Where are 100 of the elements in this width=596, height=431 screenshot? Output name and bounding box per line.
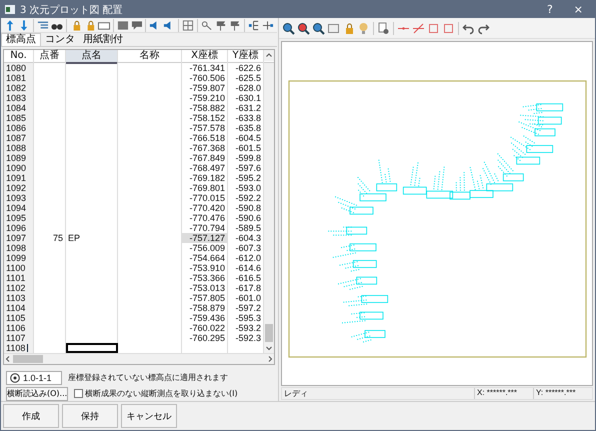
table-cell: -628.0 (235, 83, 261, 93)
table-cell: -769.182 (182, 173, 228, 183)
table-cell: -758.879 (182, 303, 228, 313)
table-cell: -590.8 (235, 203, 261, 213)
table-cell: -759.210 (182, 93, 228, 103)
table-cell: -757.805 (182, 293, 228, 303)
row-number: 1091 (4, 173, 34, 183)
table-cell: -612.0 (235, 253, 261, 263)
hint-text: 座標登録されていない標高点に適用されます (68, 372, 228, 383)
table-cell: -622.6 (235, 63, 261, 73)
close-button[interactable]: × (566, 3, 591, 16)
tab[interactable]: 標高点 (1, 33, 41, 46)
table-cell: -770.476 (182, 213, 228, 223)
column-header[interactable]: 名称 (118, 50, 182, 64)
table-cell: -601.0 (235, 293, 261, 303)
row-number: 1094 (4, 203, 34, 213)
table-cell: -757.127 (182, 233, 228, 243)
row-number: 1086 (4, 123, 34, 133)
row-number: 1102 (4, 283, 34, 293)
table-cell: -616.5 (235, 273, 261, 283)
row-number: 1090 (4, 163, 34, 173)
y-coordinate: Y: ******.*** (533, 388, 592, 399)
row-number: 1083 (4, 93, 34, 103)
table-cell: -767.849 (182, 153, 228, 163)
row-number: 1108 (4, 343, 34, 353)
row-number: 1104 (4, 303, 34, 313)
table-cell: -589.5 (235, 223, 261, 233)
row-number: 1092 (4, 183, 34, 193)
table-cell: -592.3 (235, 333, 261, 343)
table-cell: -760.506 (182, 73, 228, 83)
table-cell: -769.801 (182, 183, 228, 193)
table-cell: -770.420 (182, 203, 228, 213)
row-number: 1084 (4, 103, 34, 113)
table-cell: -595.2 (235, 173, 261, 183)
row-number: 1107 (4, 333, 34, 343)
table-cell: -760.295 (182, 333, 228, 343)
table-cell: -766.518 (182, 133, 228, 143)
help-button[interactable]: ? (538, 3, 561, 16)
dialog-button[interactable]: キャンセル (121, 404, 177, 428)
table-cell: -593.0 (235, 183, 261, 193)
table-cell: -757.578 (182, 123, 228, 133)
table-cell: -770.015 (182, 193, 228, 203)
table-cell: -604.5 (235, 133, 261, 143)
row-number: 1082 (4, 83, 34, 93)
table-cell: -617.8 (235, 283, 261, 293)
table-cell: -753.366 (182, 273, 228, 283)
row-number: 1097 (4, 233, 34, 243)
table-cell: -631.2 (235, 103, 261, 113)
table-cell: -592.2 (235, 193, 261, 203)
table-cell: -604.3 (235, 233, 261, 243)
import-button[interactable]: 横断読込み(O)... (6, 386, 68, 400)
table-cell: -754.664 (182, 253, 228, 263)
table-cell: -635.8 (235, 123, 261, 133)
table-cell: -758.882 (182, 103, 228, 113)
window-title: 3 次元プロット図 配置 (20, 4, 123, 16)
checkbox-label: 横断成果のない縦断測点を取り込まない(I) (85, 388, 238, 399)
tab[interactable]: コンタ (41, 33, 79, 46)
table-cell: -759.436 (182, 313, 228, 323)
table-cell: -630.1 (235, 93, 261, 103)
table-cell: -607.3 (235, 243, 261, 253)
table-cell: -760.022 (182, 323, 228, 333)
table-cell: -759.807 (182, 83, 228, 93)
table-cell: 75 (52, 233, 63, 243)
table-cell: -601.5 (235, 143, 261, 153)
row-number: 1081 (4, 73, 34, 83)
table-cell: -633.8 (235, 113, 261, 123)
row-number: 1088 (4, 143, 34, 153)
table-cell: -753.910 (182, 263, 228, 273)
row-number: 1103 (4, 293, 34, 303)
row-number: 1089 (4, 153, 34, 163)
table-cell: -761.341 (182, 63, 228, 73)
table-cell: -614.6 (235, 263, 261, 273)
column-header[interactable]: X座標 (182, 50, 228, 64)
row-number: 1093 (4, 193, 34, 203)
table-cell: -590.6 (235, 213, 261, 223)
table-cell: -767.368 (182, 143, 228, 153)
dialog-button[interactable]: 保持 (62, 404, 118, 428)
table-cell: -597.2 (235, 303, 261, 313)
status-text: レディ (283, 388, 309, 399)
dialog-button[interactable]: 作成 (3, 404, 59, 428)
table-cell: -753.013 (182, 283, 228, 293)
row-number: 1099 (4, 253, 34, 263)
row-number: 1080 (4, 63, 34, 73)
row-number: 1106 (4, 323, 34, 333)
row-number: 1101 (4, 273, 34, 283)
tab[interactable]: 用紙割付 (79, 33, 127, 46)
column-header[interactable]: 点名 (66, 50, 118, 64)
table-cell: -599.8 (235, 153, 261, 163)
row-number: 1100 (4, 263, 34, 273)
x-coordinate: X: ******.*** (474, 388, 533, 399)
row-number: 1098 (4, 243, 34, 253)
table-cell: -595.3 (235, 313, 261, 323)
table-cell: -593.2 (235, 323, 261, 333)
row-number: 1095 (4, 213, 34, 223)
table-cell: -597.6 (235, 163, 261, 173)
row-number: 1096 (4, 223, 34, 233)
row-number: 1105 (4, 313, 34, 323)
point-selector[interactable]: 1.0-1-1 (6, 370, 62, 384)
row-number: 1087 (4, 133, 34, 143)
table-cell: -768.497 (182, 163, 228, 173)
